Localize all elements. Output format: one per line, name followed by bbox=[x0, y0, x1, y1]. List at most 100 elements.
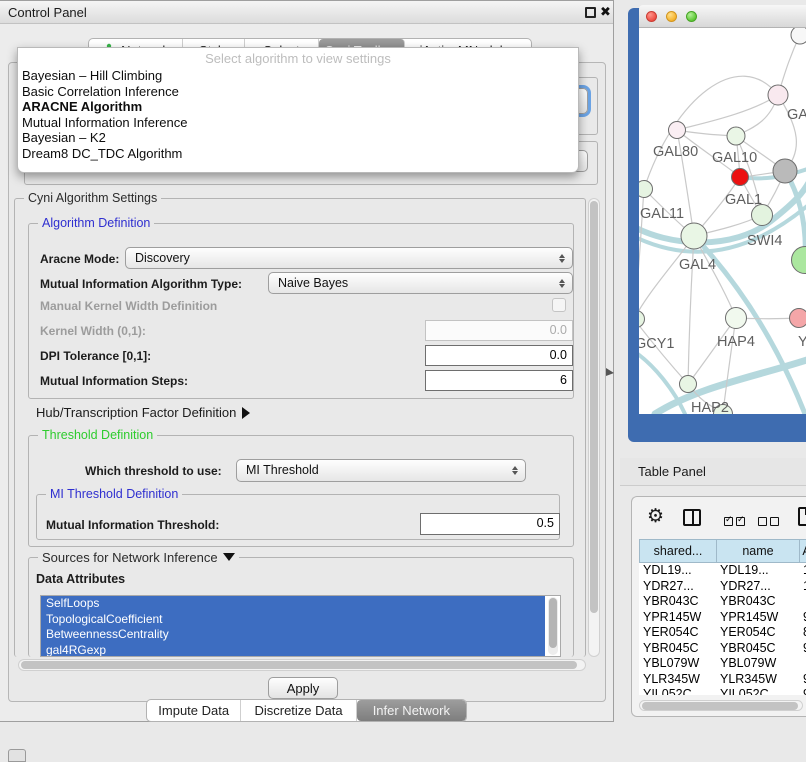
manual-kernel-checkbox[interactable] bbox=[552, 298, 566, 312]
select-all-columns-icon[interactable] bbox=[724, 513, 745, 531]
table-row[interactable]: YLR345W YLR345W 9. bbox=[639, 672, 806, 688]
which-threshold-label: Which threshold to use: bbox=[85, 464, 222, 478]
table-panel-titlebar: Table Panel bbox=[620, 458, 806, 486]
algorithm-definition-title: Algorithm Definition bbox=[38, 216, 154, 230]
algorithm-option[interactable]: Bayesian – Hill Climbing bbox=[22, 68, 572, 84]
dpi-tolerance-input[interactable]: 0.0 bbox=[425, 345, 573, 366]
attribute-item[interactable]: gal4RGexp bbox=[41, 643, 545, 658]
algorithm-option[interactable]: Mutual Information Inference bbox=[22, 115, 572, 131]
node-partial-top bbox=[791, 28, 806, 44]
node-gal80 bbox=[669, 122, 686, 139]
sources-group-title[interactable]: Sources for Network Inference bbox=[38, 550, 239, 565]
column-header-name[interactable]: name bbox=[716, 539, 799, 563]
cell: 13 bbox=[799, 563, 806, 579]
settings-vertical-scrollbar[interactable] bbox=[588, 198, 600, 657]
table-horizontal-scrollbar[interactable] bbox=[639, 700, 803, 711]
minimize-traffic-light-icon[interactable] bbox=[666, 11, 677, 22]
attribute-list-scrollbar[interactable] bbox=[548, 597, 558, 655]
tab-infer-network[interactable]: Infer Network bbox=[357, 700, 466, 721]
aracne-mode-select[interactable]: Discovery bbox=[125, 247, 573, 269]
settings-hscroll-thumb[interactable] bbox=[21, 661, 577, 669]
cell: 9 bbox=[799, 687, 806, 695]
combo-arrows-icon bbox=[512, 460, 518, 481]
tab-discretize-data[interactable]: Discretize Data bbox=[241, 700, 356, 721]
node-label: GAL80 bbox=[653, 144, 698, 160]
data-attributes-list[interactable]: SelfLoops TopologicalCoefficient Between… bbox=[40, 595, 561, 657]
algorithm-option-aracne[interactable]: ARACNE Algorithm bbox=[22, 99, 572, 115]
close-window-icon[interactable]: ✖ bbox=[600, 4, 611, 20]
table-panel-body: ⚙ shared... name A YDL19... YDL19... 13 … bbox=[631, 496, 806, 717]
kernel-width-input[interactable]: 0.0 bbox=[425, 320, 573, 341]
cell bbox=[799, 594, 806, 610]
cell: YDR27... bbox=[639, 579, 716, 595]
deselect-all-columns-icon[interactable] bbox=[758, 513, 779, 531]
gear-icon[interactable]: ⚙ bbox=[647, 505, 664, 528]
mouse-cursor bbox=[606, 368, 614, 376]
column-header-partial[interactable]: A bbox=[799, 539, 806, 563]
mi-type-label: Mutual Information Algorithm Type: bbox=[40, 277, 242, 291]
node-label: GAL4 bbox=[679, 257, 716, 273]
tab-impute-data[interactable]: Impute Data bbox=[147, 700, 241, 721]
node-hap2 bbox=[680, 376, 697, 393]
apply-button[interactable]: Apply bbox=[268, 677, 338, 699]
network-graph: GAL GAL80 GAL10 GAL1 GAL11 SWI4 GAL4 GCY… bbox=[639, 28, 806, 414]
cell: 12 bbox=[799, 579, 806, 595]
mi-steps-input[interactable]: 6 bbox=[425, 370, 573, 391]
algorithm-option[interactable]: Dream8 DC_TDC Algorithm bbox=[22, 146, 572, 162]
table-row[interactable]: YBL079W YBL079W bbox=[639, 656, 806, 672]
attribute-item[interactable]: TopologicalCoefficient bbox=[41, 612, 545, 628]
sources-title-text: Sources for Network Inference bbox=[42, 550, 218, 565]
attribute-item[interactable]: SelfLoops bbox=[41, 596, 545, 612]
table-row[interactable]: YBR045C YBR045C 9. bbox=[639, 641, 806, 657]
algorithm-option[interactable]: Basic Correlation Inference bbox=[22, 84, 572, 100]
settings-vscroll-thumb[interactable] bbox=[590, 201, 598, 613]
dpi-tolerance-label: DPI Tolerance [0,1]: bbox=[40, 349, 151, 363]
cell: 9. bbox=[799, 641, 806, 657]
cell: 9. bbox=[799, 610, 806, 626]
collapsed-panel-button[interactable] bbox=[8, 749, 26, 762]
table-row[interactable]: YBR043C YBR043C bbox=[639, 594, 806, 610]
attribute-item[interactable]: BetweennessCentrality bbox=[41, 627, 545, 643]
close-traffic-light-icon[interactable] bbox=[646, 11, 657, 22]
table-hscroll-thumb[interactable] bbox=[642, 702, 798, 710]
node-label: GCY1 bbox=[639, 336, 675, 352]
tab-discretize-data-label: Discretize Data bbox=[254, 703, 342, 718]
cell: YER054C bbox=[716, 625, 799, 641]
node-gal-pink bbox=[768, 85, 788, 105]
which-threshold-select[interactable]: MI Threshold bbox=[236, 459, 526, 482]
mi-steps-label: Mutual Information Steps: bbox=[40, 374, 188, 388]
data-attributes-label: Data Attributes bbox=[36, 572, 125, 586]
node-gal11 bbox=[639, 181, 653, 198]
control-panel-title: Control Panel bbox=[8, 5, 87, 20]
cell: YBR045C bbox=[639, 641, 716, 657]
cell: YBR045C bbox=[716, 641, 799, 657]
cell: YLR345W bbox=[716, 672, 799, 688]
table-row[interactable]: YDL19... YDL19... 13 bbox=[639, 563, 806, 579]
table-row[interactable]: YER054C YER054C 8. bbox=[639, 625, 806, 641]
node-label: GAL10 bbox=[712, 150, 757, 166]
control-panel-titlebar: Control Panel ✖ bbox=[0, 1, 613, 24]
zoom-traffic-light-icon[interactable] bbox=[686, 11, 697, 22]
column-header-shared-name[interactable]: shared... bbox=[639, 539, 716, 563]
table-row-partial[interactable]: YIL052C YIL052C 9 bbox=[639, 687, 806, 695]
settings-horizontal-scrollbar[interactable] bbox=[18, 659, 586, 671]
network-canvas[interactable]: GAL GAL80 GAL10 GAL1 GAL11 SWI4 GAL4 GCY… bbox=[639, 28, 806, 414]
threshold-definition-title: Threshold Definition bbox=[38, 428, 157, 442]
table-row[interactable]: YPR145W YPR145W 9. bbox=[639, 610, 806, 626]
columns-icon[interactable] bbox=[683, 509, 701, 526]
which-threshold-value: MI Threshold bbox=[246, 463, 319, 477]
network-window-titlebar[interactable] bbox=[639, 5, 806, 28]
mi-threshold-input[interactable]: 0.5 bbox=[420, 513, 560, 535]
export-table-icon[interactable] bbox=[798, 507, 806, 526]
hub-definition-expander[interactable]: Hub/Transcription Factor Definition bbox=[36, 405, 250, 420]
float-window-icon[interactable] bbox=[585, 7, 596, 18]
algorithm-option[interactable]: Bayesian – K2 bbox=[22, 130, 572, 146]
table-row[interactable]: YDR27... YDR27... 12 bbox=[639, 579, 806, 595]
cell: 9. bbox=[799, 672, 806, 688]
tab-impute-data-label: Impute Data bbox=[158, 703, 229, 718]
node-label: GAL11 bbox=[640, 206, 684, 222]
mi-type-select[interactable]: Naive Bayes bbox=[268, 272, 573, 294]
tab-infer-network-label: Infer Network bbox=[373, 703, 450, 718]
cell: YPR145W bbox=[639, 610, 716, 626]
algorithm-dropdown-placeholder: Select algorithm to view settings bbox=[18, 51, 578, 66]
